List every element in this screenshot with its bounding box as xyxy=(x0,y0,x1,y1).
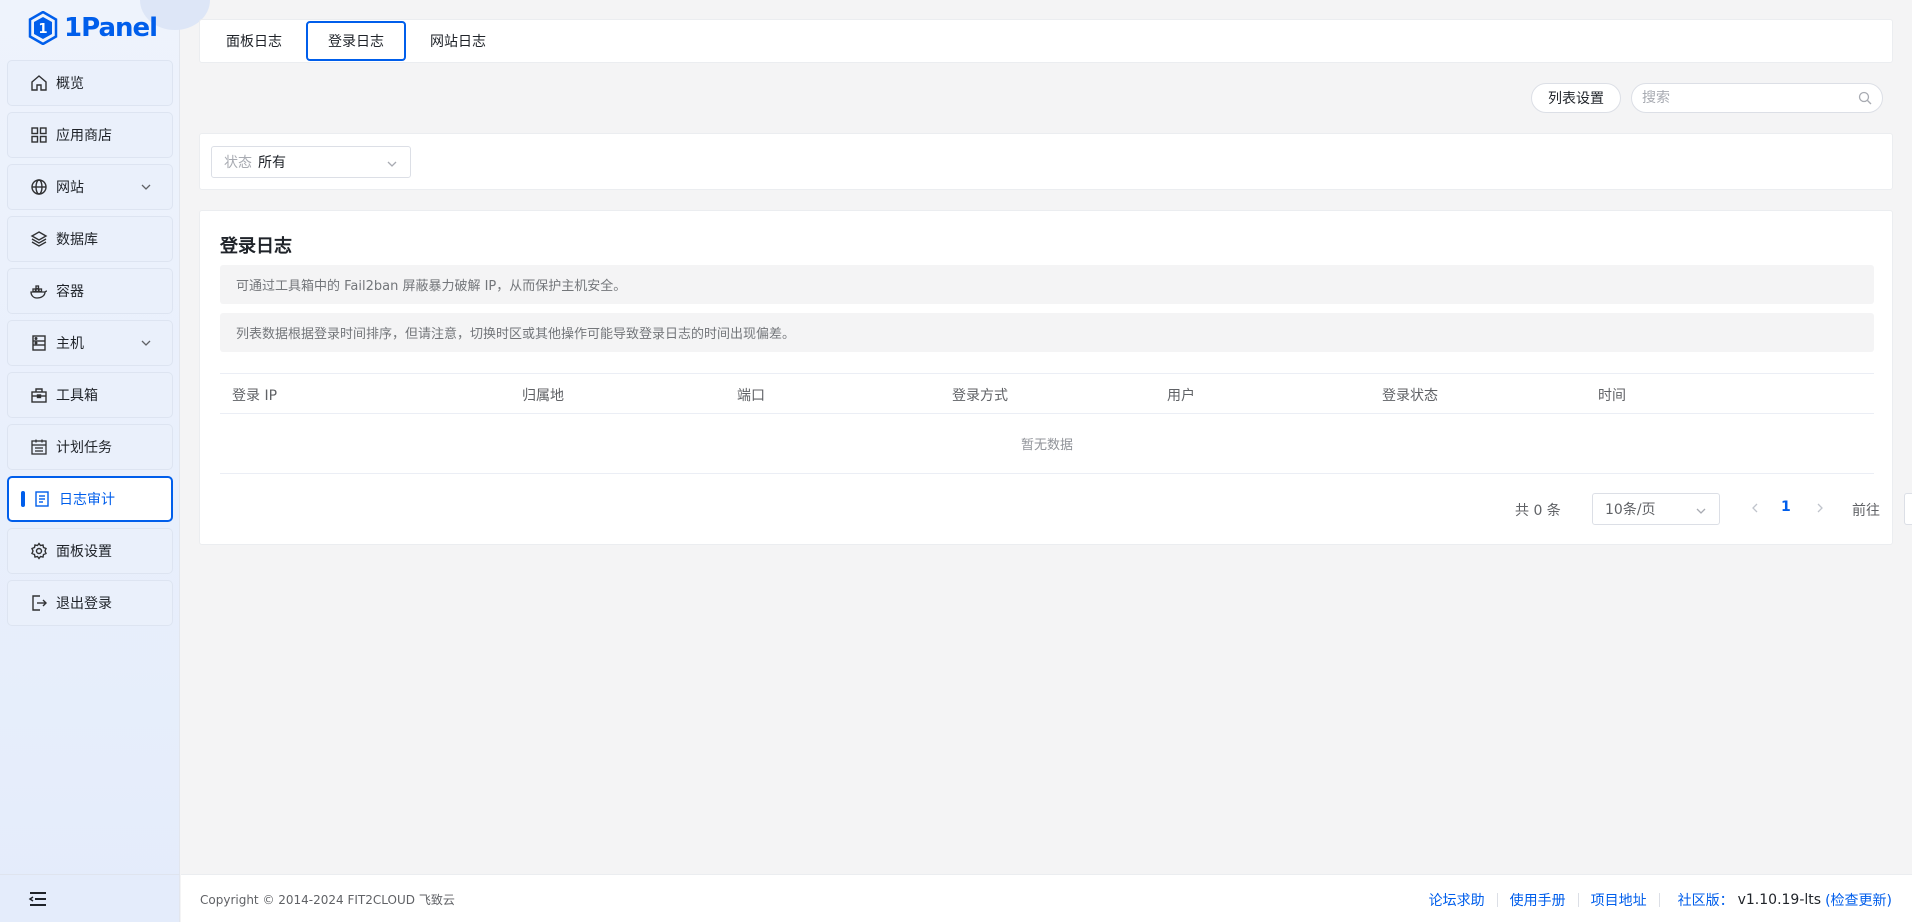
sidebar-collapse-button[interactable] xyxy=(0,874,180,922)
sidebar-menu: 概览 应用商店 网站 数据库 容器 主机 工具箱 计划任务 日志审计 面板设置 … xyxy=(7,60,173,632)
forum-link[interactable]: 论坛求助 xyxy=(1429,890,1485,910)
sidebar-item-label: 数据库 xyxy=(56,232,98,248)
gear-icon xyxy=(30,542,48,560)
search-input[interactable] xyxy=(1642,90,1858,106)
column-header-port: 端口 xyxy=(737,388,765,404)
column-header-user: 用户 xyxy=(1167,388,1195,404)
calendar-icon xyxy=(30,438,48,456)
sidebar-item-toolbox[interactable]: 工具箱 xyxy=(7,372,173,418)
toolbar: 列表设置 xyxy=(199,81,1893,115)
sidebar-item-settings[interactable]: 面板设置 xyxy=(7,528,173,574)
chevron-down-icon xyxy=(1696,508,1706,514)
toolbox-icon xyxy=(30,386,48,404)
layers-icon xyxy=(30,230,48,248)
column-settings-button[interactable]: 列表设置 xyxy=(1531,83,1621,113)
sidebar-item-label: 网站 xyxy=(56,180,84,196)
docker-icon xyxy=(30,282,48,300)
column-header-method: 登录方式 xyxy=(952,388,1008,404)
empty-state: 暂无数据 xyxy=(220,414,1874,474)
chevron-down-icon xyxy=(387,161,397,167)
sidebar: 1 1Panel 概览 应用商店 网站 数据库 容器 主机 工具箱 计划任务 日… xyxy=(0,0,210,922)
column-header-ip: 登录 IP xyxy=(232,388,278,404)
sidebar-item-label: 工具箱 xyxy=(56,388,98,404)
sidebar-item-label: 计划任务 xyxy=(56,440,112,456)
page-size-value: 10条/页 xyxy=(1605,502,1656,518)
goto-page-input[interactable] xyxy=(1904,493,1912,525)
chevron-down-icon xyxy=(141,340,151,346)
login-log-card: 登录日志 可通过工具箱中的 Fail2ban 屏蔽暴力破解 IP，从而保护主机安… xyxy=(199,210,1912,545)
sidebar-item-label: 主机 xyxy=(56,336,84,352)
tab-panel-log[interactable]: 面板日志 xyxy=(204,21,304,61)
sidebar-item-label: 日志审计 xyxy=(59,492,115,508)
menu-collapse-icon xyxy=(28,891,46,906)
sidebar-item-overview[interactable]: 概览 xyxy=(7,60,173,106)
server-icon xyxy=(30,334,48,352)
tab-website-log[interactable]: 网站日志 xyxy=(408,21,508,61)
logo-text: 1Panel xyxy=(64,13,158,43)
sidebar-item-label: 应用商店 xyxy=(56,128,112,144)
logout-icon xyxy=(30,594,48,612)
sidebar-item-logout[interactable]: 退出登录 xyxy=(7,580,173,626)
project-link[interactable]: 项目地址 xyxy=(1591,890,1647,910)
pagination: 共 0 条 10条/页 1 前往 页 xyxy=(1292,493,1912,525)
chevron-down-icon xyxy=(141,184,151,190)
footer-links: 论坛求助 使用手册 项目地址 社区版： v1.10.19-lts (检查更新) xyxy=(1429,890,1892,910)
main-content: 面板日志 登录日志 网站日志 列表设置 状态 所有 登录日志 可通过工具箱中的 … xyxy=(181,0,1912,922)
table-header: 登录 IP 归属地 端口 登录方式 用户 登录状态 时间 xyxy=(220,373,1874,414)
copyright-text: Copyright © 2014-2024 FIT2CLOUD 飞致云 xyxy=(200,893,455,907)
logo-hexagon-icon: 1 xyxy=(28,11,58,45)
edition-label: 社区版： xyxy=(1677,893,1734,909)
column-header-status: 登录状态 xyxy=(1382,388,1438,404)
chevron-right-icon[interactable] xyxy=(1813,501,1827,515)
globe-icon xyxy=(30,178,48,196)
app-logo[interactable]: 1 1Panel xyxy=(28,10,158,46)
status-select-label: 状态 xyxy=(224,155,252,171)
docs-link[interactable]: 使用手册 xyxy=(1510,890,1566,910)
filter-bar: 状态 所有 xyxy=(199,133,1893,190)
divider xyxy=(1496,893,1498,907)
page-title: 登录日志 xyxy=(220,236,292,257)
notice-fail2ban: 可通过工具箱中的 Fail2ban 屏蔽暴力破解 IP，从而保护主机安全。 xyxy=(220,265,1874,304)
home-icon xyxy=(30,74,48,92)
search-box xyxy=(1631,83,1883,113)
login-log-table: 登录 IP 归属地 端口 登录方式 用户 登录状态 时间 暂无数据 xyxy=(220,373,1874,474)
sidebar-item-label: 容器 xyxy=(56,284,84,300)
divider xyxy=(1577,893,1579,907)
divider xyxy=(1658,893,1660,907)
sidebar-item-log-audit[interactable]: 日志审计 xyxy=(7,476,173,522)
chevron-left-icon[interactable] xyxy=(1748,501,1762,515)
sidebar-item-label: 退出登录 xyxy=(56,596,112,612)
svg-text:1: 1 xyxy=(38,22,47,37)
sidebar-item-label: 面板设置 xyxy=(56,544,112,560)
sidebar-item-app-store[interactable]: 应用商店 xyxy=(7,112,173,158)
sidebar-item-website[interactable]: 网站 xyxy=(7,164,173,210)
check-update-link[interactable]: (检查更新) xyxy=(1825,890,1892,910)
sidebar-item-container[interactable]: 容器 xyxy=(7,268,173,314)
sidebar-item-database[interactable]: 数据库 xyxy=(7,216,173,262)
search-icon[interactable] xyxy=(1858,91,1872,105)
status-select[interactable]: 状态 所有 xyxy=(211,146,411,178)
log-tabs: 面板日志 登录日志 网站日志 xyxy=(199,19,1893,63)
sidebar-item-cron[interactable]: 计划任务 xyxy=(7,424,173,470)
column-header-location: 归属地 xyxy=(522,388,564,404)
status-select-value: 所有 xyxy=(258,155,286,171)
page-number-current[interactable]: 1 xyxy=(1781,499,1791,515)
page-size-select[interactable]: 10条/页 xyxy=(1592,493,1720,525)
version-text: v1.10.19-lts xyxy=(1737,892,1822,908)
column-header-time: 时间 xyxy=(1598,388,1626,404)
total-count: 共 0 条 xyxy=(1515,503,1561,519)
sidebar-item-label: 概览 xyxy=(56,76,84,92)
tab-login-log[interactable]: 登录日志 xyxy=(306,21,406,61)
goto-label: 前往 xyxy=(1852,503,1880,519)
footer: Copyright © 2014-2024 FIT2CLOUD 飞致云 论坛求助… xyxy=(181,874,1912,922)
log-icon xyxy=(33,490,51,508)
sidebar-item-host[interactable]: 主机 xyxy=(7,320,173,366)
grid-icon xyxy=(30,126,48,144)
notice-timezone: 列表数据根据登录时间排序，但请注意，切换时区或其他操作可能导致登录日志的时间出现… xyxy=(220,313,1874,352)
